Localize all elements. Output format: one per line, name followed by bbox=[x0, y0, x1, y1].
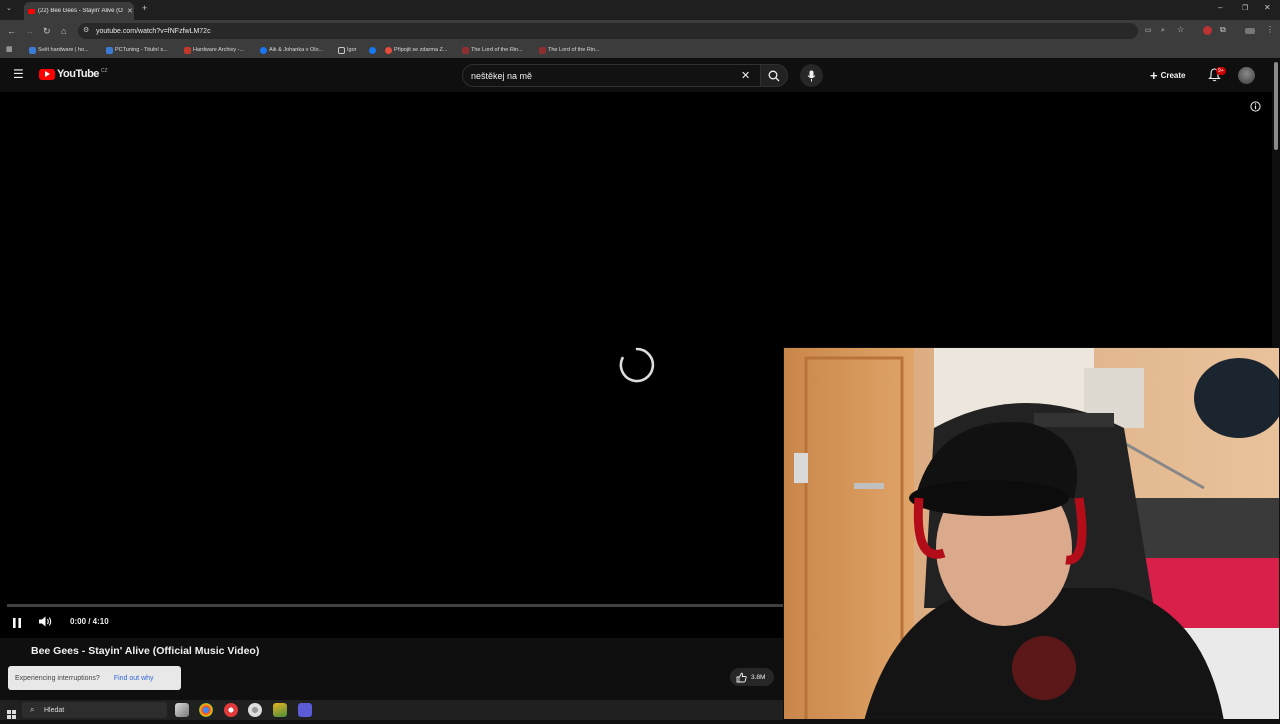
facebook-icon bbox=[369, 46, 376, 54]
clear-search-icon[interactable]: ✕ bbox=[741, 69, 750, 82]
reload-icon[interactable]: ↻ bbox=[43, 26, 51, 36]
search-button[interactable] bbox=[760, 64, 788, 87]
pause-button[interactable] bbox=[11, 616, 23, 634]
bookmarks-bar: ▦ Svět hardware | ho... PCTuning - Titul… bbox=[0, 42, 1280, 58]
taskbar-app-icon[interactable] bbox=[248, 703, 262, 717]
bookmark-star-icon[interactable]: ☆ bbox=[1177, 25, 1184, 35]
interruption-notice: Experiencing interruptions? Find out why bbox=[8, 666, 181, 690]
bookmark-favicon-icon bbox=[106, 46, 113, 54]
bookmark-favicon-icon bbox=[462, 46, 469, 54]
bookmark-favicon-icon bbox=[385, 46, 392, 54]
like-button[interactable]: 3.8M bbox=[730, 668, 774, 686]
notice-text: Experiencing interruptions? bbox=[15, 674, 100, 682]
youtube-header: ☰ YouTube CZ neštěkej na mě ✕ + Create 9… bbox=[0, 58, 1280, 92]
minimize-icon[interactable]: – bbox=[1218, 3, 1222, 13]
bookmark-folder[interactable]: Igor bbox=[338, 45, 356, 55]
forward-icon[interactable]: → bbox=[25, 26, 34, 36]
search-query: neštěkej na mě bbox=[471, 70, 533, 81]
tab-title: (22) Bee Gees - Stayin' Alive (O bbox=[38, 8, 123, 14]
bookmark-item[interactable] bbox=[369, 45, 376, 55]
loading-spinner-icon bbox=[618, 346, 656, 389]
time-display: 0:00 / 4:10 bbox=[70, 617, 109, 626]
profile-icon[interactable] bbox=[1245, 28, 1255, 34]
bookmark-favicon-icon bbox=[539, 46, 546, 54]
windows-start-icon[interactable] bbox=[7, 706, 16, 724]
bookmark-item[interactable]: Aik & Johanka v Olo... bbox=[260, 45, 323, 55]
youtube-play-logo-icon bbox=[39, 68, 55, 80]
facebook-icon bbox=[260, 46, 267, 54]
progress-bar[interactable] bbox=[7, 604, 783, 607]
youtube-wordmark: YouTube bbox=[57, 68, 99, 80]
volume-icon bbox=[39, 616, 52, 627]
bookmark-item[interactable]: The Lord of the Rin... bbox=[539, 45, 600, 55]
taskbar-app-icon[interactable] bbox=[175, 703, 189, 717]
site-info-icon[interactable]: ⚙ bbox=[83, 26, 89, 36]
bookmark-item[interactable]: The Lord of the Rin... bbox=[462, 45, 523, 55]
browser-tab[interactable]: (22) Bee Gees - Stayin' Alive (O ✕ bbox=[24, 2, 134, 20]
taskbar-search-input[interactable]: ⌕ Hledat bbox=[22, 702, 167, 718]
find-out-why-link[interactable]: Find out why bbox=[114, 675, 154, 682]
pause-icon bbox=[13, 618, 21, 628]
bookmark-favicon-icon bbox=[29, 46, 36, 54]
webcam-overlay bbox=[783, 347, 1280, 720]
search-icon bbox=[768, 70, 780, 81]
taskbar-app-icon[interactable] bbox=[224, 703, 238, 717]
youtube-logo[interactable]: YouTube CZ bbox=[39, 68, 108, 80]
bookmark-item[interactable]: Připojit se zdarma Z... bbox=[385, 45, 448, 55]
youtube-favicon-icon bbox=[28, 8, 35, 14]
avatar[interactable] bbox=[1238, 67, 1255, 84]
hamburger-menu-icon[interactable]: ☰ bbox=[13, 68, 24, 80]
zoom-icon[interactable]: ⌕ bbox=[1161, 26, 1165, 36]
apps-grid-icon[interactable]: ▦ bbox=[6, 45, 13, 55]
voice-search-button[interactable] bbox=[800, 64, 823, 87]
restore-icon[interactable]: ❐ bbox=[1242, 4, 1248, 14]
taskbar-app-icon[interactable] bbox=[273, 703, 287, 717]
extensions-puzzle-icon[interactable]: ⧉ bbox=[1220, 25, 1226, 35]
bookmark-item[interactable]: PCTuning - Titulní s... bbox=[106, 45, 168, 55]
home-icon[interactable]: ⌂ bbox=[61, 26, 66, 36]
bookmark-item[interactable]: Hardware Archivy -... bbox=[184, 45, 244, 55]
extension-icon[interactable] bbox=[1203, 26, 1212, 35]
volume-button[interactable] bbox=[38, 615, 53, 633]
tab-list-icon[interactable]: ⌄ bbox=[6, 4, 12, 14]
url-text: youtube.com/watch?v=fNFzfwLM72c bbox=[96, 27, 211, 35]
tab-close-icon[interactable]: ✕ bbox=[127, 7, 133, 15]
browser-tab-bar: ⌄ (22) Bee Gees - Stayin' Alive (O ✕ + –… bbox=[0, 0, 1280, 20]
info-icon[interactable] bbox=[1250, 99, 1261, 117]
window-close-icon[interactable]: ✕ bbox=[1264, 3, 1271, 13]
like-count: 3.8M bbox=[751, 673, 766, 681]
bookmark-favicon-icon bbox=[184, 46, 191, 54]
address-bar[interactable]: ⚙ youtube.com/watch?v=fNFzfwLM72c bbox=[78, 23, 1138, 39]
taskbar-search-icon: ⌕ bbox=[30, 705, 35, 714]
taskbar-search-placeholder: Hledat bbox=[44, 706, 65, 714]
notification-badge: 9+ bbox=[1216, 67, 1226, 75]
browser-menu-icon[interactable]: ⋮ bbox=[1266, 25, 1274, 35]
webcam-video-image bbox=[784, 348, 1279, 719]
new-tab-button[interactable]: + bbox=[142, 3, 147, 13]
video-title: Bee Gees - Stayin' Alive (Official Music… bbox=[31, 645, 260, 657]
region-code: CZ bbox=[100, 68, 108, 74]
plus-icon: + bbox=[1150, 67, 1158, 83]
search-input[interactable]: neštěkej na mě bbox=[462, 64, 760, 87]
create-button[interactable]: + Create bbox=[1150, 66, 1196, 85]
thumbs-up-icon bbox=[736, 672, 747, 682]
microphone-icon bbox=[807, 70, 816, 81]
browser-toolbar: ← → ↻ ⌂ ⚙ youtube.com/watch?v=fNFzfwLM72… bbox=[0, 20, 1280, 42]
back-icon[interactable]: ← bbox=[7, 26, 16, 36]
install-app-icon[interactable]: ▭ bbox=[1145, 26, 1152, 36]
bookmark-item[interactable]: Svět hardware | ho... bbox=[29, 45, 89, 55]
scrollbar-thumb[interactable] bbox=[1274, 62, 1278, 150]
taskbar-app-icon[interactable] bbox=[298, 703, 312, 717]
chrome-taskbar-icon[interactable] bbox=[199, 703, 213, 717]
folder-icon bbox=[338, 46, 345, 54]
